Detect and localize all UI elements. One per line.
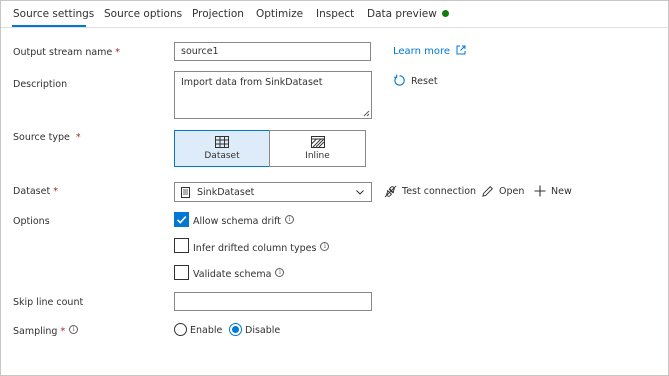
reset-label: Reset	[411, 76, 438, 87]
tab-optimize[interactable]: Optimize	[256, 8, 303, 20]
info-icon[interactable]: i	[320, 242, 330, 251]
chevron-down-icon	[356, 190, 364, 195]
source-type-label: Source type *	[13, 132, 81, 143]
reset-button[interactable]: Reset	[393, 74, 438, 87]
output-stream-label: Output stream name *	[13, 47, 120, 58]
open-label: Open	[499, 186, 525, 197]
info-icon[interactable]: i	[275, 268, 285, 277]
dataset-selected-value: SinkDataset	[197, 186, 255, 198]
open-button[interactable]: Open	[481, 185, 524, 198]
test-connection-icon	[384, 185, 397, 198]
dataset-icon	[181, 186, 190, 198]
resize-grip-icon[interactable]	[362, 109, 370, 117]
test-connection-label: Test connection	[402, 186, 477, 197]
info-icon[interactable]: i	[69, 325, 79, 334]
reset-icon	[393, 74, 405, 86]
validate-schema-checkbox[interactable]	[174, 265, 189, 280]
description-label: Description	[13, 79, 68, 90]
test-connection-button[interactable]: Test connection	[384, 185, 476, 198]
dataset-label: Dataset *	[13, 186, 58, 197]
table-icon	[215, 136, 229, 148]
validate-schema-label: Validate schema i	[193, 268, 285, 280]
tab-source-options[interactable]: Source options	[104, 8, 182, 20]
new-label: New	[551, 185, 572, 197]
required-marker: *	[115, 47, 121, 58]
info-icon[interactable]: i	[285, 215, 294, 224]
source-type-dataset-button[interactable]: Dataset	[174, 130, 270, 167]
required-marker: *	[53, 186, 58, 197]
sampling-enable-radio[interactable]	[174, 323, 187, 336]
tab-source-settings[interactable]: Source settings	[13, 8, 94, 20]
dataset-dropdown[interactable]: SinkDataset	[174, 182, 372, 202]
options-label: Options	[13, 216, 50, 227]
inline-grid-icon	[310, 136, 325, 148]
infer-drifted-column-types-checkbox[interactable]	[174, 238, 189, 253]
allow-schema-drift-checkbox[interactable]	[174, 212, 189, 227]
sampling-disable-radio[interactable]	[229, 323, 242, 336]
output-stream-input[interactable]: source1	[174, 42, 371, 61]
infer-drifted-text: Infer drifted column types	[193, 243, 317, 254]
dataset-option-label: Dataset	[204, 151, 240, 161]
tab-data-preview-label: Data preview	[367, 8, 437, 20]
required-marker: *	[60, 326, 66, 337]
sampling-enable-label: Enable	[190, 325, 223, 336]
required-marker: *	[75, 132, 81, 143]
inline-option-label: Inline	[305, 151, 330, 161]
infer-drifted-column-types-label: Infer drifted column types i	[193, 242, 330, 254]
description-value: Import data from SinkDataset	[181, 77, 323, 88]
tab-data-preview[interactable]: Data preview	[367, 8, 449, 20]
new-button[interactable]: New	[534, 185, 572, 197]
allow-schema-drift-label: Allow schema drift i	[193, 215, 294, 227]
tab-inspect[interactable]: Inspect	[316, 8, 354, 20]
dataset-label-text: Dataset	[13, 186, 51, 197]
pencil-icon	[482, 186, 493, 197]
learn-more-text: Learn more	[393, 46, 451, 57]
validate-schema-text: Validate schema	[193, 269, 272, 280]
tab-projection[interactable]: Projection	[192, 8, 244, 20]
source-type-label-text: Source type	[13, 132, 70, 143]
settings-panel: Source settings Source options Projectio…	[0, 0, 669, 376]
active-tab-indicator	[12, 25, 86, 27]
external-link-icon	[456, 45, 466, 55]
status-dot-icon	[441, 10, 449, 17]
plus-icon	[534, 185, 546, 197]
learn-more-link[interactable]: Learn more	[393, 45, 466, 57]
tab-bar: Source settings Source options Projectio…	[1, 1, 669, 28]
skip-line-count-input[interactable]	[174, 292, 372, 311]
output-stream-label-text: Output stream name	[13, 47, 113, 58]
allow-schema-drift-text: Allow schema drift	[193, 216, 281, 227]
sampling-disable-label: Disable	[245, 325, 281, 336]
description-textarea[interactable]: Import data from SinkDataset	[174, 71, 372, 119]
sampling-label: Sampling * i	[13, 325, 79, 337]
checkmark-icon	[176, 216, 187, 224]
sampling-label-text: Sampling	[13, 326, 58, 337]
source-type-inline-button[interactable]: Inline	[269, 130, 366, 167]
skip-line-count-label: Skip line count	[13, 297, 84, 308]
